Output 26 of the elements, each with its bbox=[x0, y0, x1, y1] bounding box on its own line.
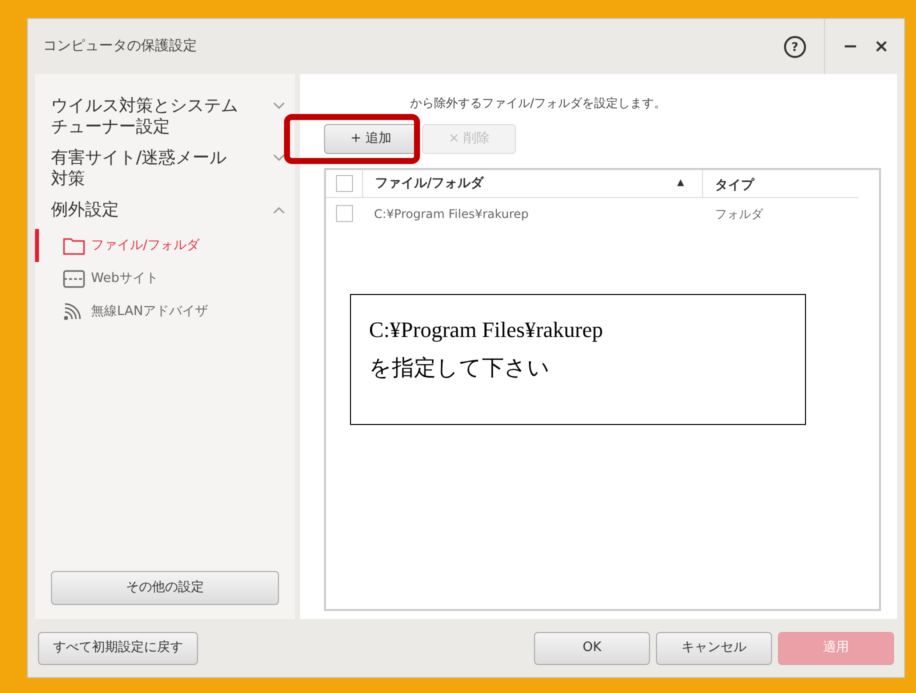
other-settings-button[interactable]: その他の設定 bbox=[51, 571, 279, 605]
category-heading[interactable]: 例外設定 bbox=[51, 200, 243, 221]
sidebar-item[interactable]: Webサイト bbox=[35, 262, 295, 295]
select-all-checkbox[interactable] bbox=[336, 175, 352, 192]
minimize-button[interactable]: − bbox=[842, 33, 858, 60]
table-cell: フォルダ bbox=[715, 207, 763, 221]
row-checkbox[interactable] bbox=[336, 204, 352, 222]
folder-icon bbox=[63, 236, 85, 254]
dialog-button[interactable]: OK bbox=[534, 632, 650, 664]
reset-button[interactable]: すべて初期設定に戻す bbox=[38, 632, 198, 664]
column-header[interactable]: タイプ bbox=[715, 178, 754, 192]
table-cell: C:¥Program Files¥rakurep bbox=[374, 207, 529, 221]
close-button[interactable]: × bbox=[874, 33, 889, 60]
column-header[interactable]: ファイル/フォルダ bbox=[375, 174, 678, 194]
category-heading[interactable]: 有害サイト/迷惑メール対策 bbox=[51, 148, 243, 190]
callout-line: C:¥Program Files¥rakurep bbox=[369, 316, 604, 344]
help-button[interactable]: ? bbox=[784, 36, 806, 58]
sidebar-item[interactable]: ファイル/フォルダ bbox=[35, 229, 295, 262]
window-icon bbox=[63, 270, 85, 288]
callout-line: を指定して下さい bbox=[369, 354, 551, 382]
dialog-button[interactable]: キャンセル bbox=[656, 632, 772, 664]
category-heading[interactable]: ウイルス対策とシステムチューナー設定 bbox=[51, 96, 243, 138]
sidebar-item[interactable]: 無線LANアドバイザ bbox=[35, 295, 295, 328]
window-title: コンピュータの保護設定 bbox=[43, 37, 198, 56]
description-text: から除外するファイル/フォルダを設定します。 bbox=[410, 95, 666, 112]
sort-indicator: ▲ bbox=[677, 176, 684, 190]
